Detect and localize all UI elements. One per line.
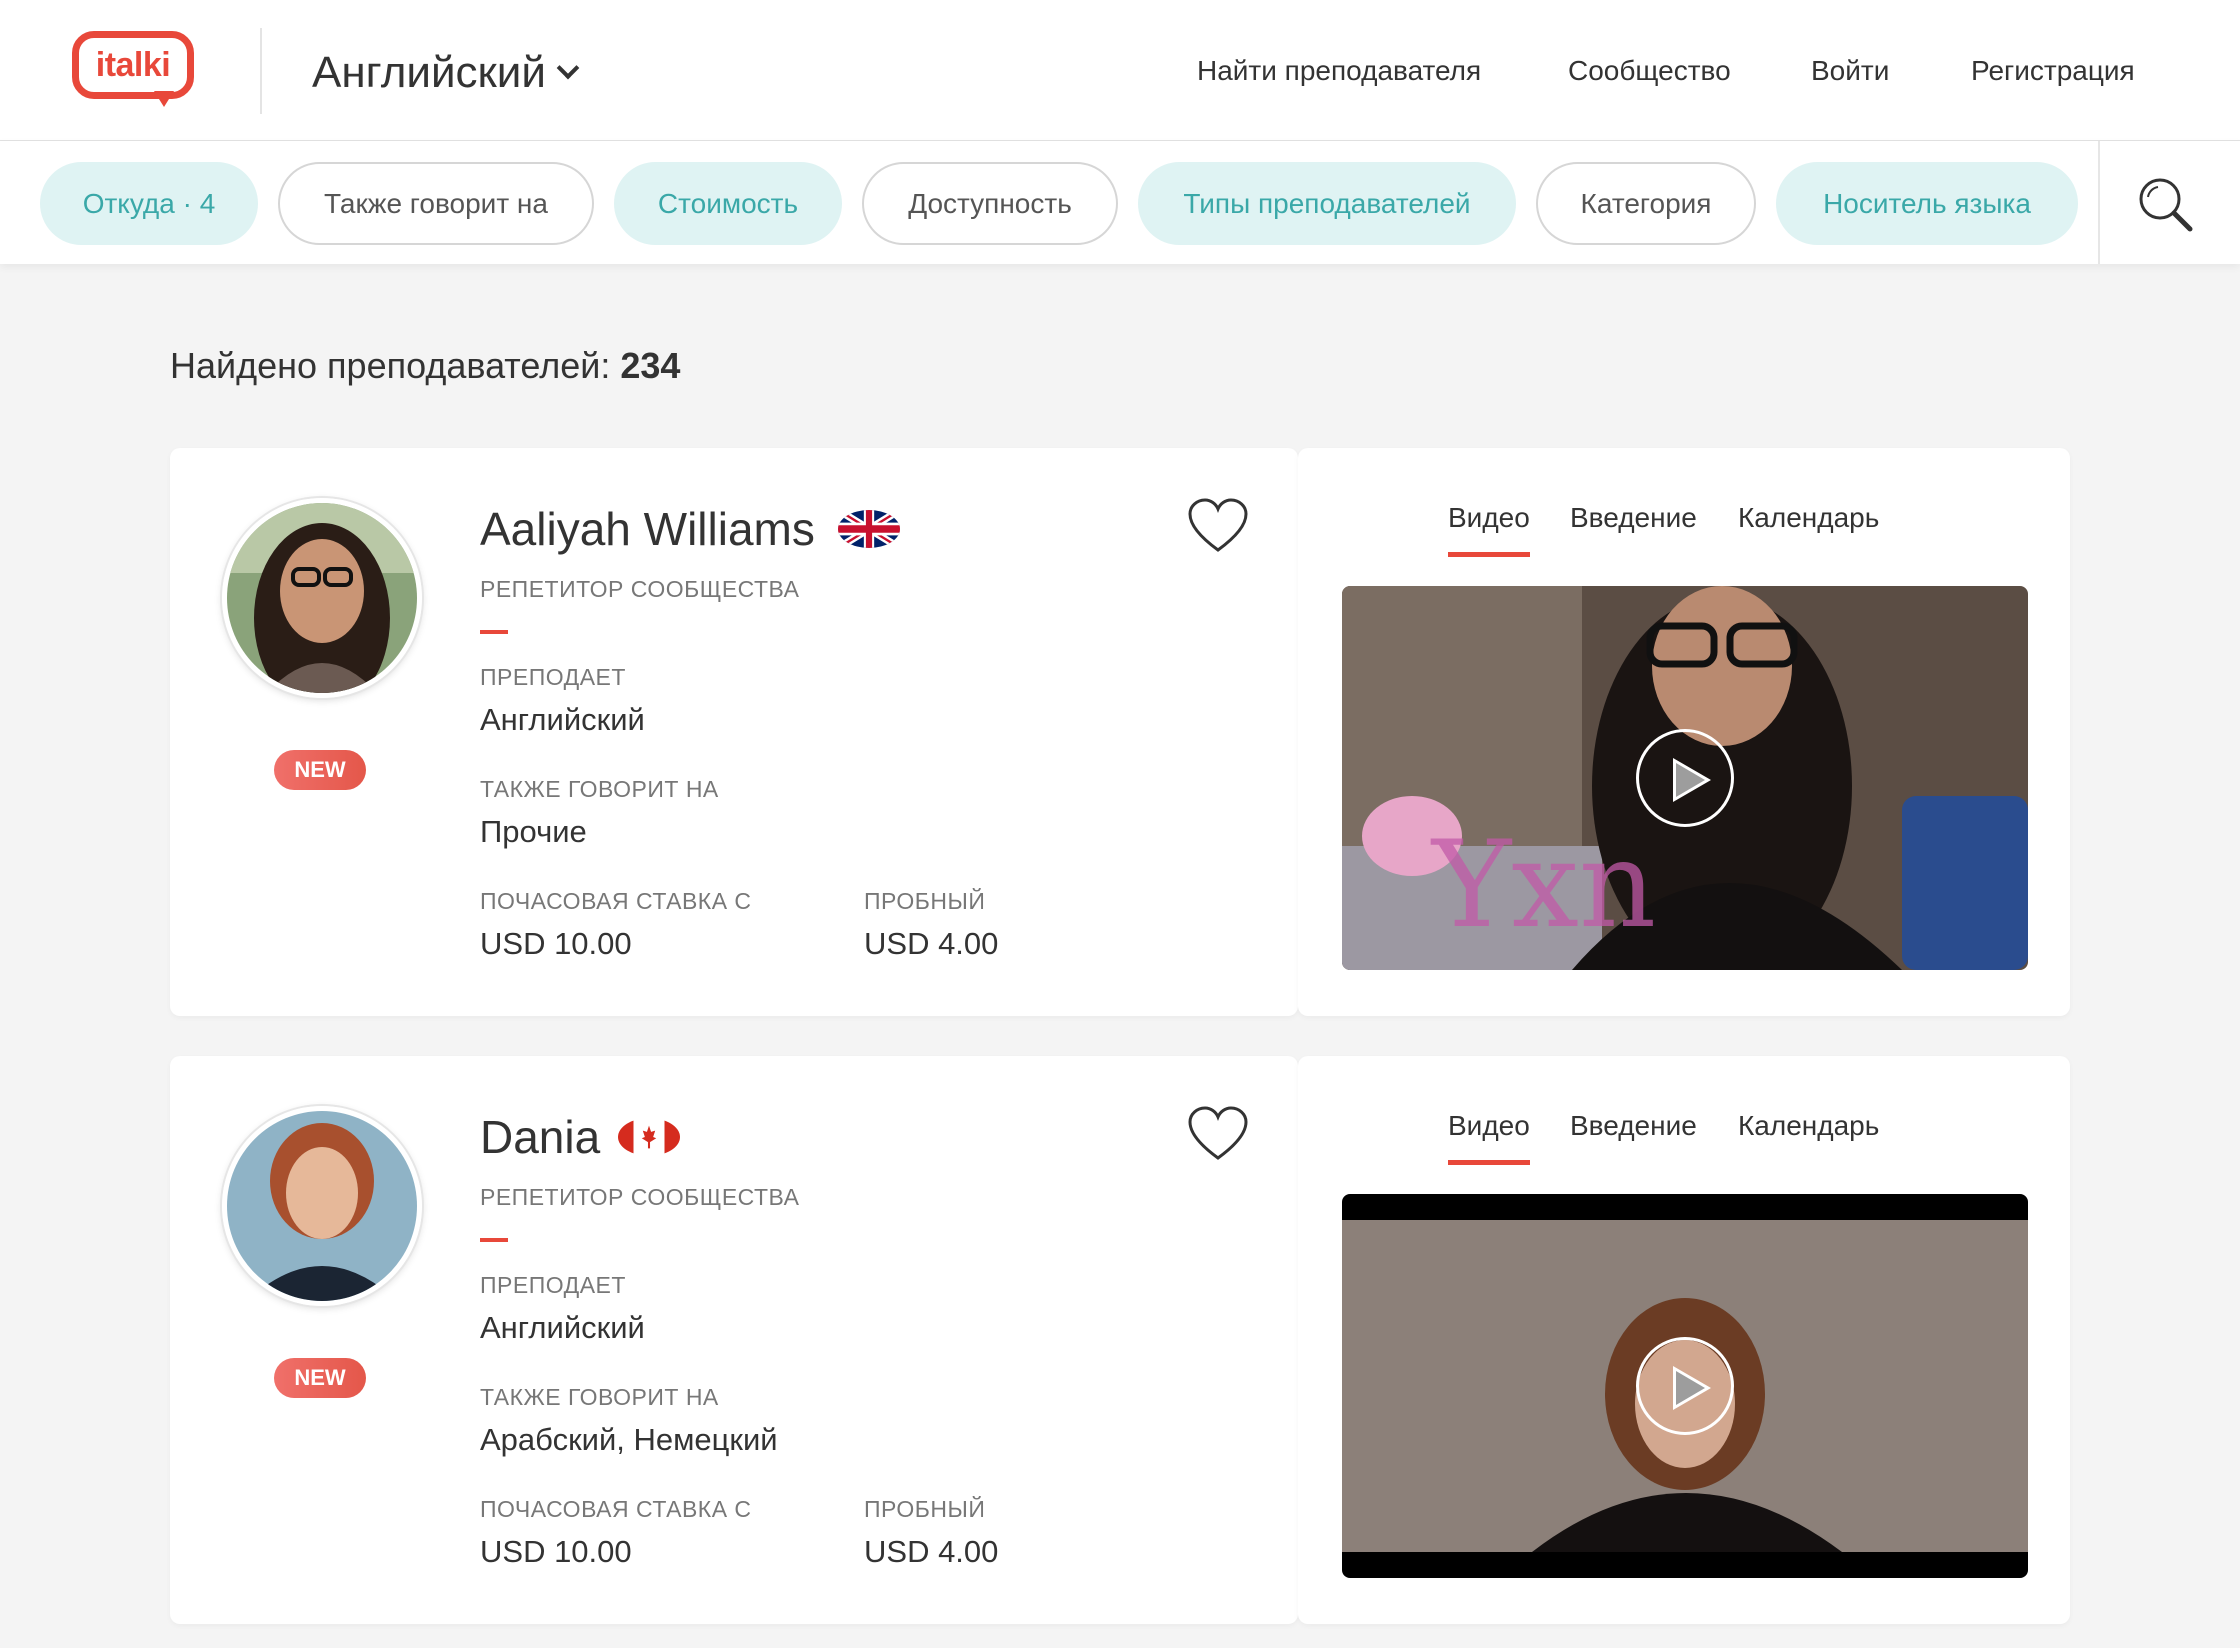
- filter-also-speaks[interactable]: Также говорит на: [278, 162, 594, 245]
- nav-signup[interactable]: Регистрация: [1971, 55, 2135, 87]
- search-separator: [2098, 141, 2100, 264]
- favorite-heart-button[interactable]: [1188, 1106, 1248, 1162]
- new-badge: NEW: [274, 1358, 366, 1398]
- also-speaks-value: Арабский, Немецкий: [480, 1422, 778, 1457]
- tab-intro[interactable]: Введение: [1570, 1110, 1697, 1142]
- logo-text: italki: [72, 31, 194, 99]
- heart-icon: [1188, 498, 1248, 552]
- trial-label: ПРОБНЫЙ: [864, 888, 986, 914]
- video-thumbnail[interactable]: [1342, 1194, 2028, 1578]
- video-thumbnail[interactable]: Yxn: [1342, 586, 2028, 970]
- svg-text:Yxn: Yxn: [1430, 816, 1656, 955]
- play-button[interactable]: [1636, 1337, 1734, 1435]
- tab-video[interactable]: Видео: [1448, 1110, 1530, 1142]
- canada-flag-icon: [618, 1118, 680, 1156]
- divider-dash: [480, 630, 508, 634]
- filter-native-speaker[interactable]: Носитель языка: [1776, 162, 2078, 245]
- hourly-label: ПОЧАСОВАЯ СТАВКА С: [480, 888, 752, 914]
- filter-price[interactable]: Стоимость: [614, 162, 842, 245]
- nav-find-teacher[interactable]: Найти преподавателя: [1197, 55, 1481, 87]
- play-icon: [1673, 758, 1711, 802]
- tab-calendar[interactable]: Календарь: [1738, 502, 1879, 534]
- tab-video[interactable]: Видео: [1448, 502, 1530, 534]
- teacher-type: РЕПЕТИТОР СООБЩЕСТВА: [480, 576, 800, 602]
- avatar-photo: [227, 1111, 417, 1301]
- hourly-value: USD 10.00: [480, 1534, 632, 1569]
- also-speaks-value: Прочие: [480, 814, 587, 849]
- filter-bar: Откуда · 4 Также говорит на Стоимость До…: [0, 141, 2240, 264]
- teacher-name[interactable]: Aaliyah Williams: [480, 502, 815, 556]
- search-icon: [2139, 178, 2193, 232]
- teacher-card-info: NEW Dania РЕПЕТИТОР СООБЩЕСТВА ПРЕПОДАЕТ…: [170, 1056, 1298, 1624]
- trial-value: USD 4.00: [864, 1534, 999, 1569]
- new-badge: NEW: [274, 750, 366, 790]
- hourly-value: USD 10.00: [480, 926, 632, 961]
- results-label: Найдено преподавателей:: [170, 345, 611, 386]
- nav-login[interactable]: Войти: [1811, 55, 1889, 87]
- divider-dash: [480, 1238, 508, 1242]
- teacher-card-media: Видео Введение Календарь Yxn: [1298, 448, 2070, 1016]
- teacher-type: РЕПЕТИТОР СООБЩЕСТВА: [480, 1184, 800, 1210]
- italki-logo[interactable]: italki: [72, 31, 196, 109]
- teacher-card-media: Видео Введение Календарь: [1298, 1056, 2070, 1624]
- trial-value: USD 4.00: [864, 926, 999, 961]
- teaches-value: Английский: [480, 1310, 645, 1345]
- avatar[interactable]: [222, 498, 422, 698]
- hourly-label: ПОЧАСОВАЯ СТАВКА С: [480, 1496, 752, 1522]
- teacher-name[interactable]: Dania: [480, 1110, 600, 1164]
- heart-icon: [1188, 1106, 1248, 1160]
- trial-label: ПРОБНЫЙ: [864, 1496, 986, 1522]
- also-speaks-label: ТАКЖЕ ГОВОРИТ НА: [480, 776, 719, 802]
- play-button[interactable]: [1636, 729, 1734, 827]
- chevron-down-icon: [556, 56, 580, 80]
- teaches-label: ПРЕПОДАЕТ: [480, 664, 626, 690]
- also-speaks-label: ТАКЖЕ ГОВОРИТ НА: [480, 1384, 719, 1410]
- top-header: italki Английский Найти преподавателя Со…: [0, 0, 2240, 141]
- teaches-label: ПРЕПОДАЕТ: [480, 1272, 626, 1298]
- tab-active-underline: [1448, 1160, 1530, 1165]
- filter-from[interactable]: Откуда · 4: [40, 162, 258, 245]
- avatar-photo: [227, 503, 417, 693]
- results-number: 234: [620, 345, 681, 386]
- teacher-card-info: NEW Aaliyah Williams РЕПЕТИТОР СООБЩЕСТВ…: [170, 448, 1298, 1016]
- favorite-heart-button[interactable]: [1188, 498, 1248, 554]
- logo-tail: [154, 91, 174, 107]
- filter-availability[interactable]: Доступность: [862, 162, 1118, 245]
- language-dropdown[interactable]: Английский: [312, 48, 580, 98]
- header-divider: [260, 28, 262, 114]
- nav-community[interactable]: Сообщество: [1568, 55, 1731, 87]
- filter-teacher-types[interactable]: Типы преподавателей: [1138, 162, 1516, 245]
- results-count: Найдено преподавателей: 234: [170, 345, 680, 387]
- language-label: Английский: [312, 48, 546, 97]
- filter-category[interactable]: Категория: [1536, 162, 1756, 245]
- uk-flag-icon: [838, 510, 900, 548]
- teaches-value: Английский: [480, 702, 645, 737]
- tab-active-underline: [1448, 552, 1530, 557]
- search-button[interactable]: [2136, 175, 2196, 235]
- tab-calendar[interactable]: Календарь: [1738, 1110, 1879, 1142]
- play-icon: [1673, 1366, 1711, 1410]
- avatar[interactable]: [222, 1106, 422, 1306]
- tab-intro[interactable]: Введение: [1570, 502, 1697, 534]
